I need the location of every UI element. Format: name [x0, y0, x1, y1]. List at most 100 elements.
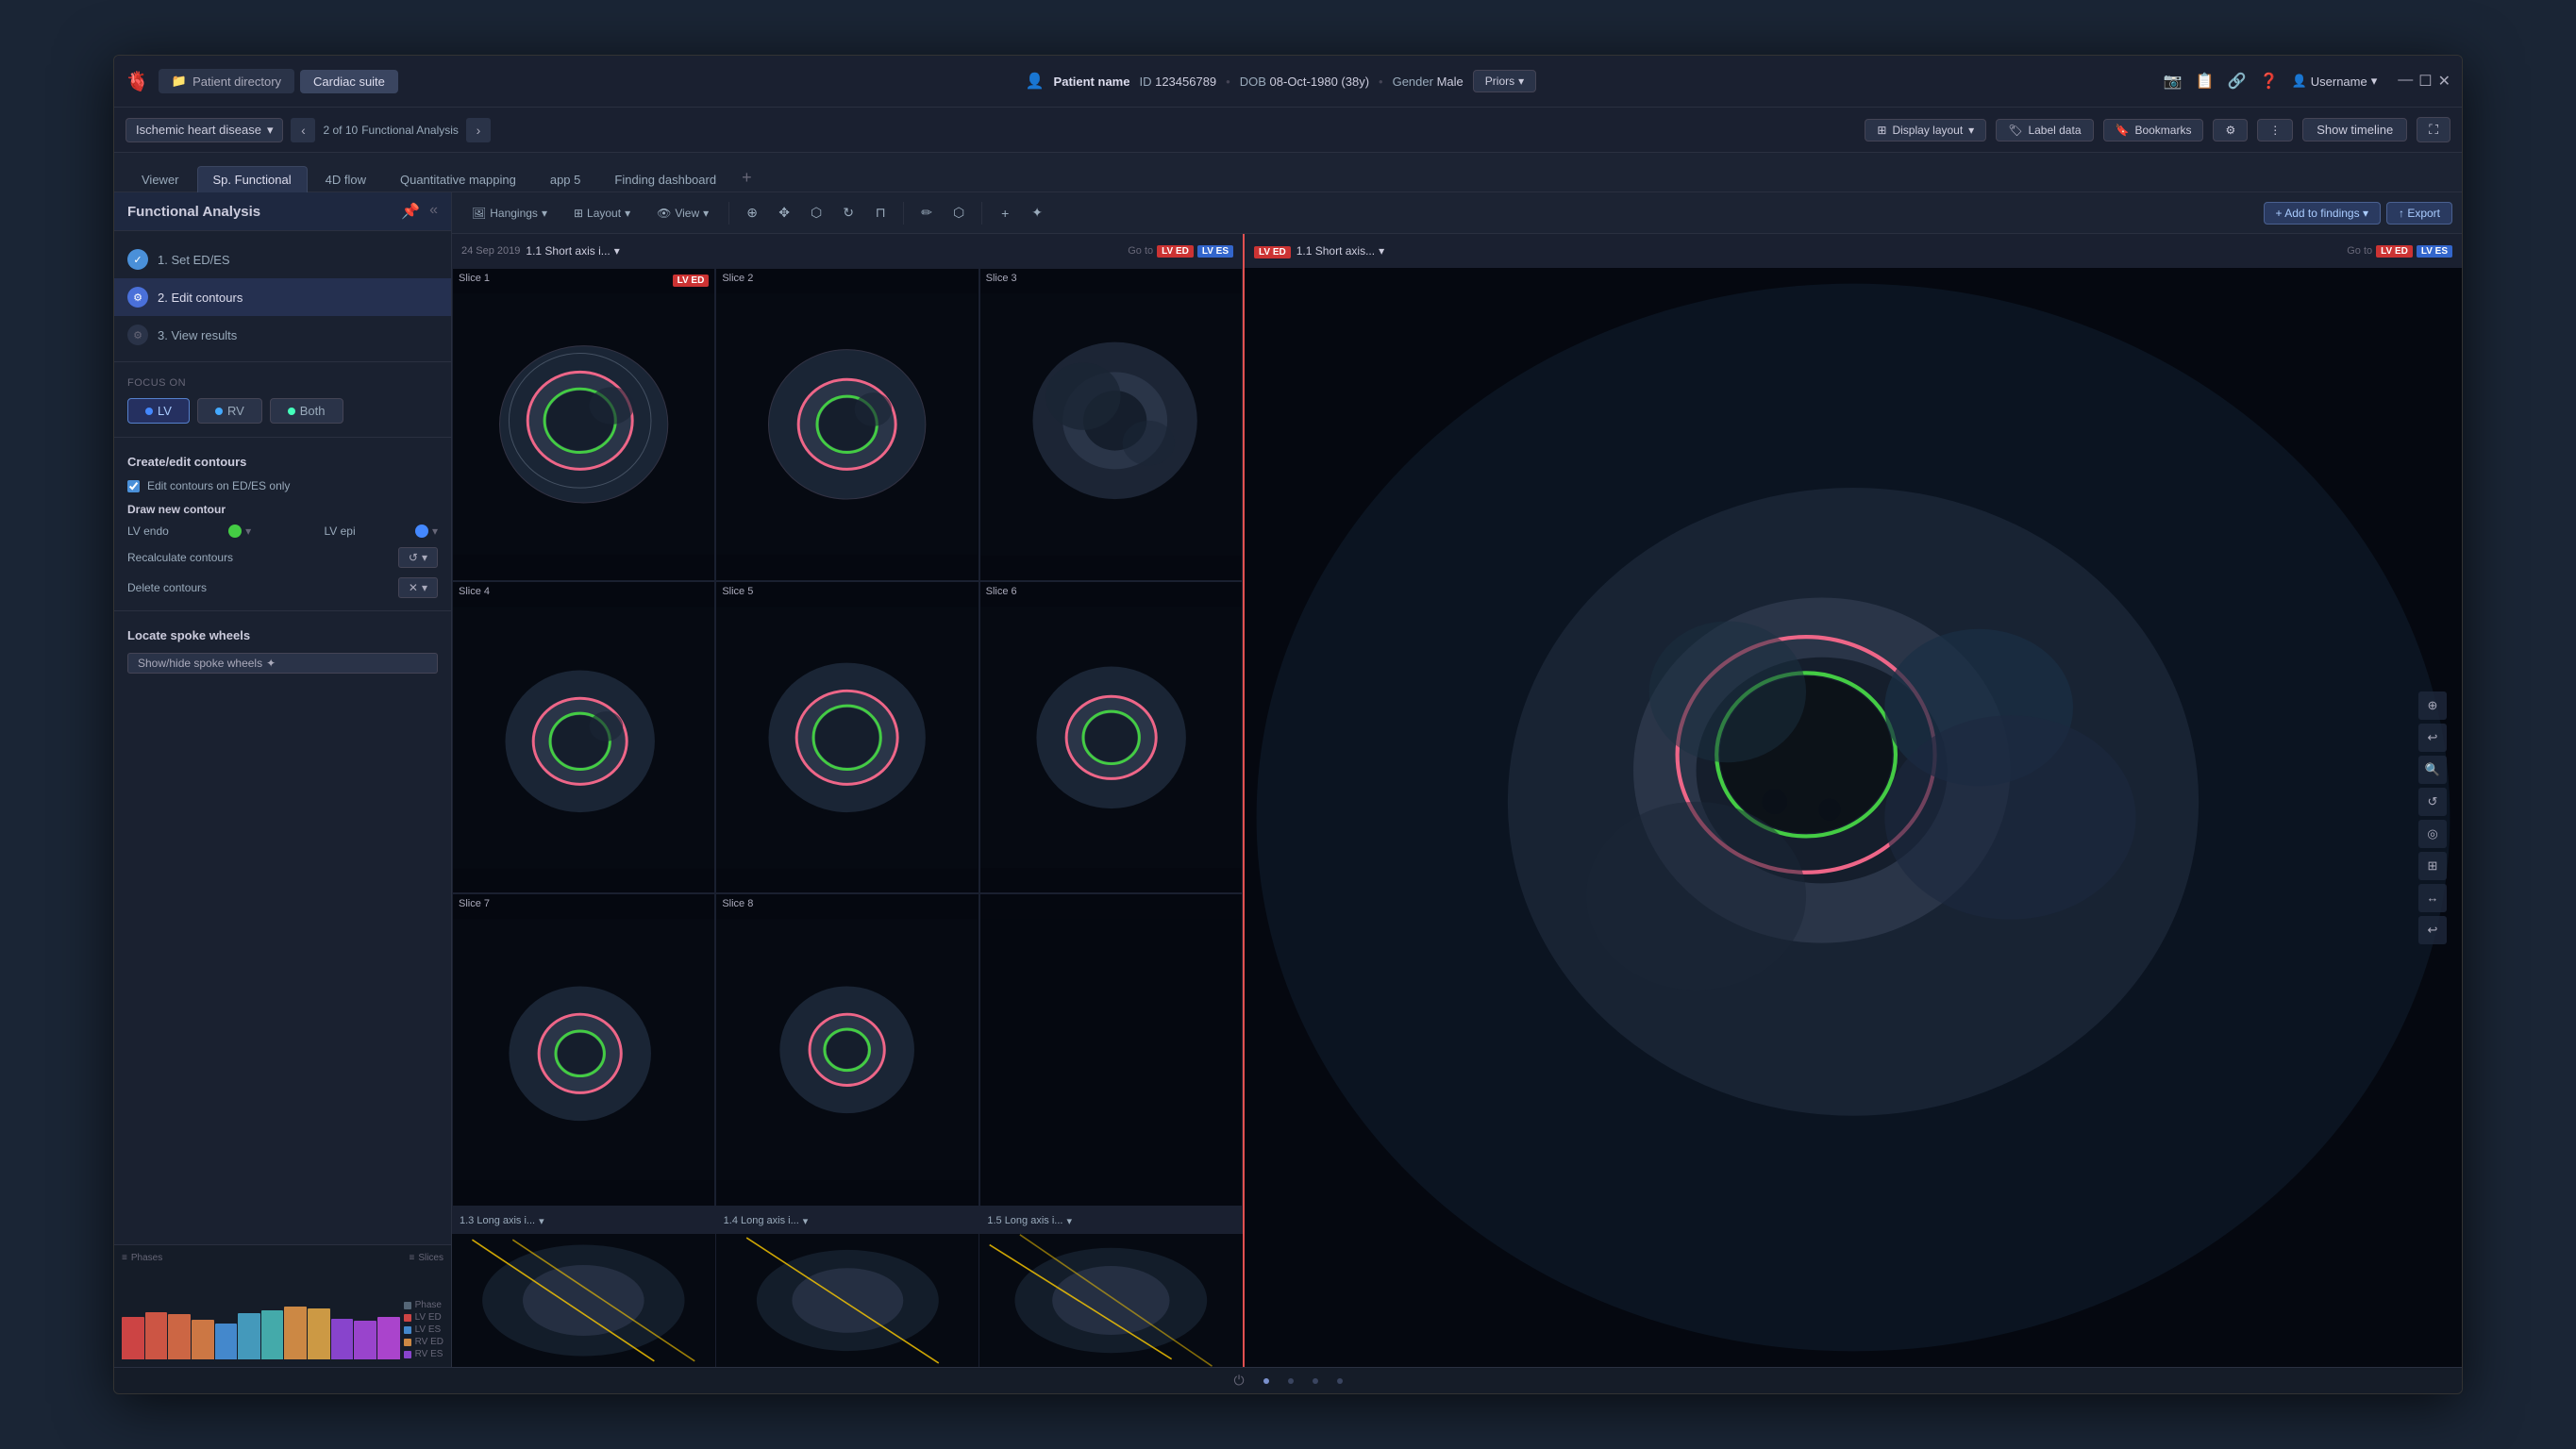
- power-icon[interactable]: ⏻: [1233, 1373, 1244, 1389]
- step3-icon: ⚙: [127, 325, 148, 345]
- tool-contour[interactable]: ⬡: [945, 200, 972, 226]
- tab-quantitative-mapping[interactable]: Quantitative mapping: [384, 166, 532, 192]
- tool-arrows-button[interactable]: ↔: [2418, 884, 2447, 912]
- show-timeline-button[interactable]: Show timeline: [2302, 118, 2407, 142]
- camera-icon[interactable]: 📷: [2164, 72, 2183, 91]
- slice-7-image: [453, 894, 714, 1206]
- slice-2-cell[interactable]: Slice 2: [715, 268, 979, 581]
- lv-ed-badge[interactable]: LV ED: [1157, 245, 1194, 258]
- tool-pencil[interactable]: ✏: [913, 200, 940, 226]
- tool-rotate-button[interactable]: ↺: [2418, 788, 2447, 816]
- hangings-button[interactable]: 🖼 Hangings ▾: [461, 202, 558, 225]
- bottom-indicator-4: [1337, 1378, 1343, 1384]
- recalculate-button[interactable]: ↺ ▾: [398, 547, 438, 568]
- right-lv-es-badge[interactable]: LV ES: [2417, 245, 2452, 258]
- focus-both-button[interactable]: Both: [270, 398, 343, 424]
- tab-viewer[interactable]: Viewer: [125, 166, 195, 192]
- tool-pan[interactable]: ✥: [771, 200, 797, 226]
- slice-8-cell[interactable]: Slice 8: [715, 893, 979, 1207]
- view-button[interactable]: 👁 View ▾: [646, 202, 719, 225]
- delete-contours-button[interactable]: ✕ ▾: [398, 577, 438, 598]
- show-hide-spoke-button[interactable]: Show/hide spoke wheels ✦: [127, 653, 438, 674]
- tool-grid-button[interactable]: ⊞: [2418, 852, 2447, 880]
- focus-lv-button[interactable]: LV: [127, 398, 190, 424]
- recalculate-label: Recalculate contours: [127, 551, 233, 564]
- series-selector[interactable]: Ischemic heart disease ▾: [125, 118, 283, 142]
- chevron-down-icon: ▾: [542, 207, 547, 220]
- patient-directory-tab[interactable]: 📁 Patient directory: [159, 69, 294, 93]
- focus-rv-button[interactable]: RV: [197, 398, 262, 424]
- label-icon: 🏷: [2008, 124, 2022, 137]
- step-3[interactable]: ⚙ 3. View results: [114, 316, 451, 354]
- slice-7-cell[interactable]: Slice 7: [452, 893, 715, 1207]
- pin-icon[interactable]: 📌: [401, 202, 420, 221]
- minimize-button[interactable]: —: [2398, 72, 2413, 91]
- tool-undo-button[interactable]: ↩: [2418, 724, 2447, 752]
- add-tab-button[interactable]: +: [734, 168, 760, 192]
- bookmarks-button[interactable]: 🔖 Bookmarks: [2103, 119, 2204, 142]
- tool-back-button[interactable]: ↩: [2418, 916, 2447, 944]
- la-1-image[interactable]: [452, 1234, 715, 1367]
- slice-5-cell[interactable]: Slice 5: [715, 581, 979, 894]
- tool-cursor[interactable]: ⊕: [739, 200, 765, 226]
- slice-4-cell[interactable]: Slice 4: [452, 581, 715, 894]
- priors-button[interactable]: Priors ▾: [1473, 70, 1536, 92]
- draw-new-contour-label: Draw new contour: [114, 497, 451, 520]
- next-series-button[interactable]: ›: [466, 118, 491, 142]
- chevron-down-icon[interactable]: ▾: [1066, 1215, 1072, 1227]
- prev-series-button[interactable]: ‹: [291, 118, 315, 142]
- tab-sp-functional[interactable]: Sp. Functional: [197, 166, 308, 192]
- app-icon: 🫀: [125, 70, 149, 93]
- right-panel-large-image[interactable]: ⊕ ↩ 🔍 ↺ ◎ ⊞ ↔ ↩: [1245, 268, 2462, 1367]
- la-3-image[interactable]: [979, 1234, 1243, 1367]
- tool-reset-button[interactable]: ⊕: [2418, 691, 2447, 720]
- username-button[interactable]: 👤 Username ▾: [2292, 74, 2378, 89]
- la-2-image[interactable]: [716, 1234, 979, 1367]
- edit-contours-checkbox[interactable]: [127, 480, 140, 492]
- right-lv-ed-badge[interactable]: LV ED: [2376, 245, 2413, 258]
- series-dropdown-icon[interactable]: ▾: [614, 244, 620, 258]
- tool-zoom[interactable]: ⬡: [803, 200, 829, 226]
- tab-finding-dashboard[interactable]: Finding dashboard: [598, 166, 732, 192]
- tool-cross[interactable]: +: [992, 200, 1018, 226]
- tool-zoom-button[interactable]: 🔍: [2418, 756, 2447, 784]
- tool-rotate[interactable]: ↻: [835, 200, 861, 226]
- chevron-down-icon[interactable]: ▾: [1379, 244, 1384, 258]
- lv-es-badge[interactable]: LV ES: [1197, 245, 1233, 258]
- more-menu-button[interactable]: ⋮: [2257, 119, 2293, 142]
- tab-4d-flow[interactable]: 4D flow: [309, 166, 382, 192]
- lv-endo-color-selector[interactable]: ▾: [228, 525, 251, 538]
- step-2[interactable]: ⚙ 2. Edit contours: [114, 278, 451, 316]
- maximize-button[interactable]: ☐: [2418, 72, 2432, 91]
- close-button[interactable]: ✕: [2438, 72, 2451, 91]
- chevron-down-icon[interactable]: ▾: [803, 1215, 809, 1227]
- cardiac-suite-tab[interactable]: Cardiac suite: [300, 70, 398, 93]
- display-layout-button[interactable]: ⊞ Display layout ▾: [1865, 119, 1986, 142]
- label-data-button[interactable]: 🏷 Label data: [1996, 119, 2093, 142]
- link-icon[interactable]: 🔗: [2228, 72, 2247, 91]
- tool-select[interactable]: ⊓: [867, 200, 894, 226]
- step2-icon: ⚙: [127, 287, 148, 308]
- export-button[interactable]: ↑ Export: [2386, 202, 2452, 225]
- help-icon[interactable]: ❓: [2260, 72, 2279, 91]
- slice-2-svg: [716, 269, 978, 580]
- collapse-icon[interactable]: «: [429, 202, 438, 221]
- divider-3: [114, 610, 451, 611]
- slice-1-cell[interactable]: Slice 1 LV ED: [452, 268, 715, 581]
- toolbar2-right: ⊞ Display layout ▾ 🏷 Label data 🔖 Bookma…: [1865, 117, 2451, 142]
- tool-target-button[interactable]: ◎: [2418, 820, 2447, 848]
- layout-button[interactable]: ⊞ Layout ▾: [563, 202, 641, 225]
- lv-epi-color-selector[interactable]: ▾: [415, 525, 438, 538]
- full-screen-button[interactable]: ⛶: [2417, 117, 2451, 142]
- chevron-down-icon[interactable]: ▾: [539, 1215, 544, 1227]
- slice-9-cell[interactable]: [979, 893, 1243, 1207]
- add-to-findings-button[interactable]: + Add to findings ▾: [2264, 202, 2381, 225]
- step-1[interactable]: ✓ 1. Set ED/ES: [114, 241, 451, 278]
- tool-star[interactable]: ✦: [1024, 200, 1050, 226]
- slice-3-svg: [980, 269, 1242, 580]
- tab-app5[interactable]: app 5: [534, 166, 597, 192]
- settings-button[interactable]: ⚙: [2213, 119, 2248, 142]
- slice-3-cell[interactable]: Slice 3: [979, 268, 1243, 581]
- slice-6-cell[interactable]: Slice 6: [979, 581, 1243, 894]
- documents-icon[interactable]: 📋: [2196, 72, 2215, 91]
